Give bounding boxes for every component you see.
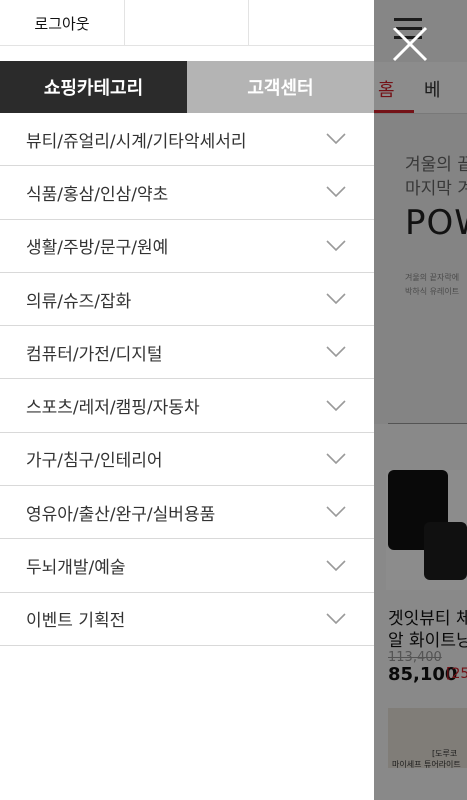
category-list: 뷰티/쥬얼리/시계/기타악세서리식품/홍삼/인삼/약초생활/주방/문구/원예의류… xyxy=(0,113,374,646)
side-drawer: 로그아웃 쇼핑카테고리 고객센터 뷰티/쥬얼리/시계/기타악세서리식품/홍삼/인… xyxy=(0,0,374,800)
chevron-down-icon xyxy=(326,293,346,305)
category-item[interactable]: 가구/침구/인테리어 xyxy=(0,433,374,487)
category-item[interactable]: 생활/주방/문구/원예 xyxy=(0,220,374,273)
category-label: 영유아/출산/완구/실버용품 xyxy=(26,504,216,525)
category-label: 식품/홍삼/인삼/약초 xyxy=(26,184,169,205)
close-icon xyxy=(392,26,428,62)
logout-button[interactable]: 로그아웃 xyxy=(0,0,125,46)
drawer-top-links: 로그아웃 xyxy=(0,0,374,46)
category-label: 뷰티/쥬얼리/시계/기타악세서리 xyxy=(26,131,247,152)
chevron-down-icon xyxy=(326,613,346,624)
top-link-2[interactable] xyxy=(125,0,249,46)
category-item[interactable]: 이벤트 기획전 xyxy=(0,593,374,646)
close-button[interactable] xyxy=(390,24,430,64)
category-item[interactable]: 식품/홍삼/인삼/약초 xyxy=(0,166,374,220)
category-item[interactable]: 스포츠/레저/캠핑/자동차 xyxy=(0,379,374,433)
tab-shopping-category[interactable]: 쇼핑카테고리 xyxy=(0,61,187,113)
dim-overlay[interactable] xyxy=(374,0,467,800)
category-label: 이벤트 기획전 xyxy=(26,611,126,632)
chevron-down-icon xyxy=(326,400,346,411)
category-item[interactable]: 뷰티/쥬얼리/시계/기타악세서리 xyxy=(0,113,374,167)
category-label: 생활/주방/문구/원예 xyxy=(26,238,169,259)
chevron-down-icon xyxy=(326,453,346,465)
category-item[interactable]: 의류/슈즈/잡화 xyxy=(0,273,374,327)
chevron-down-icon xyxy=(326,133,346,145)
tab-customer-center[interactable]: 고객센터 xyxy=(187,61,374,113)
top-link-3[interactable] xyxy=(249,0,374,46)
category-item[interactable]: 영유아/출산/완구/실버용품 xyxy=(0,486,374,540)
category-label: 컴퓨터/가전/디지털 xyxy=(26,344,163,365)
category-label: 두뇌개발/예술 xyxy=(26,558,126,579)
chevron-down-icon xyxy=(326,559,346,571)
chevron-down-icon xyxy=(326,240,346,251)
drawer-tabs: 쇼핑카테고리 고객센터 xyxy=(0,61,374,113)
category-label: 스포츠/레저/캠핑/자동차 xyxy=(26,398,200,419)
chevron-down-icon xyxy=(326,186,346,198)
category-item[interactable]: 컴퓨터/가전/디지털 xyxy=(0,326,374,380)
category-label: 의류/슈즈/잡화 xyxy=(26,291,132,312)
category-label: 가구/침구/인테리어 xyxy=(26,451,163,472)
chevron-down-icon xyxy=(326,346,346,358)
category-item[interactable]: 두뇌개발/예술 xyxy=(0,539,374,593)
chevron-down-icon xyxy=(326,506,346,518)
